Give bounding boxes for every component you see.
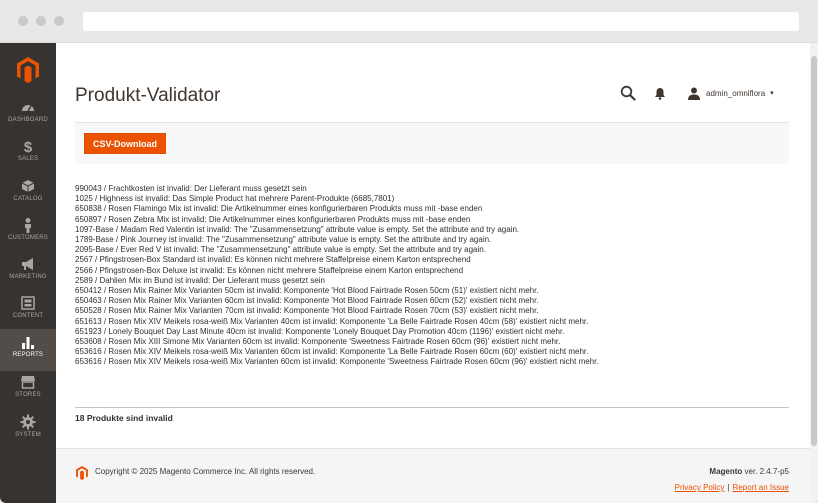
log-line: 2589 / Dahlien Mix im Bund ist invalid: … [75, 275, 325, 285]
log-line: 2567 / Pfingstrosen-Box Standard ist inv… [75, 255, 471, 265]
sidebar-item-label: STORES [15, 392, 41, 398]
magento-footer-logo-icon [76, 466, 88, 480]
search-icon[interactable] [620, 85, 636, 101]
brand-name: Magento [709, 467, 743, 476]
footer-link-separator: | [727, 483, 730, 492]
sidebar-item-label: CONTENT [12, 313, 44, 319]
page-title: Produkt-Validator [75, 85, 221, 106]
sidebar-item-dashboard[interactable]: DASHBOARD [0, 99, 56, 139]
window-close-dot[interactable] [18, 16, 28, 26]
log-line: 653616 / Rosen Mix XIV Meikels rosa-weiß… [75, 347, 589, 357]
sidebar-item-label: SALES [17, 156, 39, 162]
log-line: 653608 / Rosen Mix XIII Simone Mix Varia… [75, 337, 561, 347]
browser-window: DASHBOARD $ SALES CATALOG CUSTOMERS MARK… [0, 0, 818, 503]
log-line: 650463 / Rosen Mix Rainer Mix Varianten … [75, 296, 539, 306]
admin-sidebar: DASHBOARD $ SALES CATALOG CUSTOMERS MARK… [0, 43, 56, 503]
content-icon [21, 296, 35, 310]
validation-log: 990043 / Frachtkosten ist invalid: Der L… [75, 184, 791, 368]
sidebar-item-customers[interactable]: CUSTOMERS [0, 217, 56, 257]
log-line: 1097-Base / Madam Red Valentin ist inval… [75, 224, 520, 234]
bell-icon[interactable] [654, 87, 666, 100]
main-content: Produkt-Validator admin_omniflora ▾ CSV-… [56, 43, 810, 503]
store-icon [21, 376, 35, 389]
sidebar-item-label: SYSTEM [15, 432, 41, 438]
sidebar-item-label: CATALOG [13, 196, 43, 202]
page-actions-bar: CSV-Download [75, 122, 789, 164]
page-footer: Copyright © 2025 Magento Commerce Inc. A… [56, 449, 810, 503]
magento-logo-icon[interactable] [17, 57, 39, 83]
box-icon [21, 180, 35, 192]
address-bar[interactable] [83, 12, 799, 31]
log-line: 651923 / Lonely Bouquet Day Last Minute … [75, 326, 565, 336]
sidebar-item-sales[interactable]: $ SALES [0, 138, 56, 178]
log-line: 651613 / Rosen Mix XIV Meikels rosa-weiß… [75, 316, 589, 326]
footer-links: Privacy Policy | Report an Issue [675, 483, 789, 492]
chevron-down-icon: ▾ [770, 90, 774, 97]
log-line: 650412 / Rosen Mix Rainer Mix Varianten … [75, 286, 539, 296]
sidebar-item-label: CUSTOMERS [7, 235, 49, 241]
bar-chart-icon [22, 337, 34, 349]
invalid-summary: 18 Produkte sind invalid [75, 413, 173, 423]
sidebar-item-reports[interactable]: REPORTS [0, 329, 56, 371]
log-line: 2566 / Pfingstrosen-Box Deluxe ist inval… [75, 265, 464, 275]
log-line: 1025 / Highness ist invalid: Das Simple … [75, 194, 395, 204]
sidebar-item-catalog[interactable]: CATALOG [0, 178, 56, 218]
report-issue-link[interactable]: Report an Issue [733, 483, 789, 492]
window-minimize-dot[interactable] [36, 16, 46, 26]
person-icon [25, 218, 31, 233]
dollar-icon: $ [24, 139, 33, 154]
svg-text:$: $ [24, 139, 33, 154]
browser-titlebar [0, 0, 818, 43]
magento-version: Magento ver. 2.4.7-p5 [709, 467, 789, 476]
user-icon [688, 87, 700, 100]
copyright-text: Copyright © 2025 Magento Commerce Inc. A… [95, 467, 316, 476]
window-maximize-dot[interactable] [54, 16, 64, 26]
summary-divider [75, 407, 789, 408]
sidebar-item-marketing[interactable]: MARKETING [0, 256, 56, 296]
sidebar-item-stores[interactable]: STORES [0, 374, 56, 414]
sidebar-item-label: MARKETING [9, 274, 47, 280]
log-line: 650897 / Rosen Zebra Mix ist invalid: Di… [75, 214, 471, 224]
log-line: 1789-Base / Pink Journey ist invalid: Th… [75, 235, 492, 245]
gear-icon [20, 414, 36, 430]
privacy-policy-link[interactable]: Privacy Policy [675, 483, 725, 492]
megaphone-icon [22, 258, 33, 270]
csv-download-button[interactable]: CSV-Download [84, 133, 166, 154]
scrollbar-thumb[interactable] [811, 56, 817, 446]
admin-user-menu[interactable]: admin_omniflora ▾ [688, 85, 774, 101]
version-text: ver. 2.4.7-p5 [742, 467, 789, 476]
admin-username: admin_omniflora [706, 88, 766, 98]
sidebar-item-system[interactable]: SYSTEM [0, 414, 56, 454]
sidebar-item-label: DASHBOARD [8, 117, 48, 123]
sidebar-item-label: REPORTS [12, 352, 44, 358]
log-line: 2095-Base / Ever Red V ist invalid: The … [75, 245, 486, 255]
log-line: 650838 / Rosen Flamingo Mix ist invalid:… [75, 204, 483, 214]
log-line: 990043 / Frachtkosten ist invalid: Der L… [75, 184, 307, 193]
log-line: 650528 / Rosen Mix Rainer Mix Varianten … [75, 306, 539, 316]
log-line: 653616 / Rosen Mix XIV Meikels rosa-weiß… [75, 357, 599, 367]
dashboard-icon [22, 105, 34, 112]
